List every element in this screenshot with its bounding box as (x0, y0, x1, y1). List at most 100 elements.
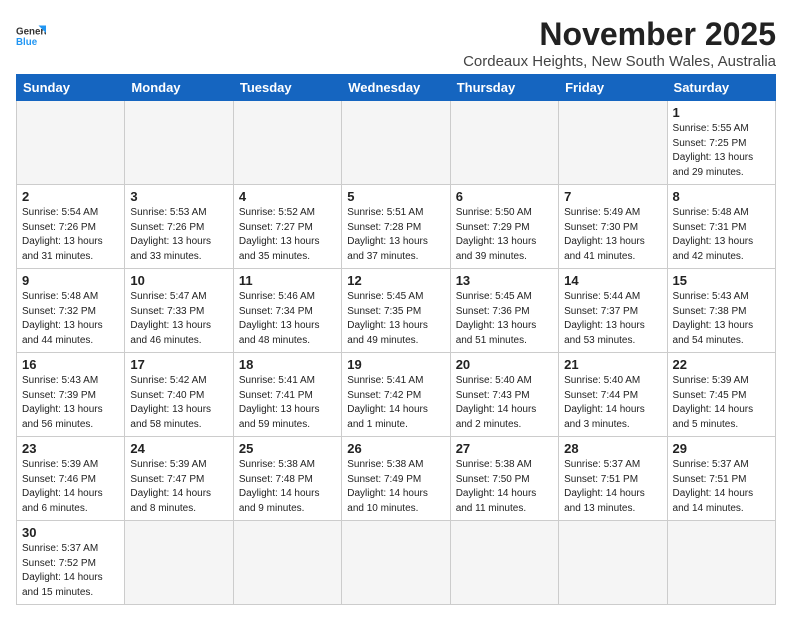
calendar-cell (450, 521, 558, 605)
week-row-1: 1 Sunrise: 5:55 AM Sunset: 7:25 PM Daylig… (17, 101, 776, 185)
day-info: Sunrise: 5:43 AM Sunset: 7:39 PM Dayligh… (22, 374, 119, 432)
weekday-header-friday: Friday (559, 75, 667, 101)
day-number: 9 (22, 273, 119, 288)
weekday-header-sunday: Sunday (17, 75, 125, 101)
location-title: Cordeaux Heights, New South Wales, Austr… (463, 53, 776, 70)
day-number: 8 (673, 189, 770, 204)
calendar-cell: 22Sunrise: 5:39 AM Sunset: 7:45 PM Dayli… (667, 353, 775, 437)
day-info: Sunrise: 5:54 AM Sunset: 7:26 PM Dayligh… (22, 206, 119, 264)
day-number: 29 (673, 441, 770, 456)
day-number: 15 (673, 273, 770, 288)
day-number: 6 (456, 189, 553, 204)
day-info: Sunrise: 5:41 AM Sunset: 7:41 PM Dayligh… (239, 374, 336, 432)
day-number: 7 (564, 189, 661, 204)
calendar-cell (342, 521, 450, 605)
day-info: Sunrise: 5:40 AM Sunset: 7:44 PM Dayligh… (564, 374, 661, 432)
weekday-header-saturday: Saturday (667, 75, 775, 101)
weekday-header-monday: Monday (125, 75, 233, 101)
day-number: 20 (456, 357, 553, 372)
day-info: Sunrise: 5:53 AM Sunset: 7:26 PM Dayligh… (130, 206, 227, 264)
day-number: 17 (130, 357, 227, 372)
day-info: Sunrise: 5:46 AM Sunset: 7:34 PM Dayligh… (239, 290, 336, 348)
day-number: 1 (673, 105, 770, 120)
calendar-cell: 11Sunrise: 5:46 AM Sunset: 7:34 PM Dayli… (233, 269, 341, 353)
weekday-header-wednesday: Wednesday (342, 75, 450, 101)
day-number: 2 (22, 189, 119, 204)
day-info: Sunrise: 5:48 AM Sunset: 7:31 PM Dayligh… (673, 206, 770, 264)
calendar-cell: 15 Sunrise: 5:43 AM Sunset: 7:38 PM Dayli… (667, 269, 775, 353)
header: General Blue November 2025 Cordeaux Heig… (16, 16, 776, 70)
day-info: Sunrise: 5:39 AM Sunset: 7:46 PM Dayligh… (22, 458, 119, 516)
day-info: Sunrise: 5:39 AM Sunset: 7:47 PM Dayligh… (130, 458, 227, 516)
calendar-cell: 23Sunrise: 5:39 AM Sunset: 7:46 PM Dayli… (17, 437, 125, 521)
week-row-5: 23Sunrise: 5:39 AM Sunset: 7:46 PM Dayli… (17, 437, 776, 521)
day-info: Sunrise: 5:55 AM Sunset: 7:25 PM Dayligh… (673, 122, 770, 180)
calendar-cell: 9 Sunrise: 5:48 AM Sunset: 7:32 PM Daylig… (17, 269, 125, 353)
weekday-header-tuesday: Tuesday (233, 75, 341, 101)
weekday-header-row: SundayMondayTuesdayWednesdayThursdayFrid… (17, 75, 776, 101)
logo: General Blue (16, 24, 46, 48)
calendar-cell (667, 521, 775, 605)
day-number: 12 (347, 273, 444, 288)
day-number: 24 (130, 441, 227, 456)
week-row-3: 9 Sunrise: 5:48 AM Sunset: 7:32 PM Daylig… (17, 269, 776, 353)
logo-icon: General Blue (16, 24, 46, 48)
day-info: Sunrise: 5:50 AM Sunset: 7:29 PM Dayligh… (456, 206, 553, 264)
calendar-cell: 5 Sunrise: 5:51 AM Sunset: 7:28 PM Daylig… (342, 185, 450, 269)
day-number: 3 (130, 189, 227, 204)
day-number: 10 (130, 273, 227, 288)
calendar-cell: 24 Sunrise: 5:39 AM Sunset: 7:47 PM Dayli… (125, 437, 233, 521)
day-info: Sunrise: 5:37 AM Sunset: 7:52 PM Dayligh… (22, 542, 119, 600)
calendar-cell (233, 521, 341, 605)
day-number: 27 (456, 441, 553, 456)
day-number: 14 (564, 273, 661, 288)
day-info: Sunrise: 5:37 AM Sunset: 7:51 PM Dayligh… (564, 458, 661, 516)
day-number: 19 (347, 357, 444, 372)
calendar-cell: 28 Sunrise: 5:37 AM Sunset: 7:51 PM Dayli… (559, 437, 667, 521)
calendar-cell (233, 101, 341, 185)
calendar-cell: 29 Sunrise: 5:37 AM Sunset: 7:51 PM Dayli… (667, 437, 775, 521)
day-number: 13 (456, 273, 553, 288)
day-number: 16 (22, 357, 119, 372)
day-info: Sunrise: 5:38 AM Sunset: 7:48 PM Dayligh… (239, 458, 336, 516)
calendar-cell: 3 Sunrise: 5:53 AM Sunset: 7:26 PM Daylig… (125, 185, 233, 269)
calendar-cell: 25 Sunrise: 5:38 AM Sunset: 7:48 PM Dayli… (233, 437, 341, 521)
calendar-cell: 19 Sunrise: 5:41 AM Sunset: 7:42 PM Dayli… (342, 353, 450, 437)
day-number: 28 (564, 441, 661, 456)
day-number: 30 (22, 525, 119, 540)
day-number: 25 (239, 441, 336, 456)
day-number: 18 (239, 357, 336, 372)
calendar-cell (559, 521, 667, 605)
calendar-cell: 7 Sunrise: 5:49 AM Sunset: 7:30 PM Daylig… (559, 185, 667, 269)
calendar-cell: 16 Sunrise: 5:43 AM Sunset: 7:39 PM Dayli… (17, 353, 125, 437)
calendar-cell (559, 101, 667, 185)
weekday-header-thursday: Thursday (450, 75, 558, 101)
day-info: Sunrise: 5:45 AM Sunset: 7:36 PM Dayligh… (456, 290, 553, 348)
title-area: November 2025 Cordeaux Heights, New Sout… (463, 16, 776, 70)
calendar-cell: 2 Sunrise: 5:54 AM Sunset: 7:26 PM Daylig… (17, 185, 125, 269)
day-info: Sunrise: 5:41 AM Sunset: 7:42 PM Dayligh… (347, 374, 444, 432)
calendar-cell: 8 Sunrise: 5:48 AM Sunset: 7:31 PM Daylig… (667, 185, 775, 269)
calendar-cell: 14 Sunrise: 5:44 AM Sunset: 7:37 PM Dayli… (559, 269, 667, 353)
day-info: Sunrise: 5:48 AM Sunset: 7:32 PM Dayligh… (22, 290, 119, 348)
day-info: Sunrise: 5:38 AM Sunset: 7:50 PM Dayligh… (456, 458, 553, 516)
day-number: 22 (673, 357, 770, 372)
day-info: Sunrise: 5:49 AM Sunset: 7:30 PM Dayligh… (564, 206, 661, 264)
day-info: Sunrise: 5:45 AM Sunset: 7:35 PM Dayligh… (347, 290, 444, 348)
calendar-cell: 18 Sunrise: 5:41 AM Sunset: 7:41 PM Dayli… (233, 353, 341, 437)
calendar-cell: 6 Sunrise: 5:50 AM Sunset: 7:29 PM Daylig… (450, 185, 558, 269)
day-info: Sunrise: 5:44 AM Sunset: 7:37 PM Dayligh… (564, 290, 661, 348)
week-row-6: 30 Sunrise: 5:37 AM Sunset: 7:52 PM Dayli… (17, 521, 776, 605)
calendar-cell: 10Sunrise: 5:47 AM Sunset: 7:33 PM Dayli… (125, 269, 233, 353)
day-number: 5 (347, 189, 444, 204)
day-info: Sunrise: 5:42 AM Sunset: 7:40 PM Dayligh… (130, 374, 227, 432)
calendar-cell (342, 101, 450, 185)
calendar: SundayMondayTuesdayWednesdayThursdayFrid… (16, 74, 776, 605)
day-info: Sunrise: 5:37 AM Sunset: 7:51 PM Dayligh… (673, 458, 770, 516)
calendar-cell (17, 101, 125, 185)
day-number: 26 (347, 441, 444, 456)
day-info: Sunrise: 5:51 AM Sunset: 7:28 PM Dayligh… (347, 206, 444, 264)
calendar-cell (125, 101, 233, 185)
calendar-cell: 20Sunrise: 5:40 AM Sunset: 7:43 PM Dayli… (450, 353, 558, 437)
day-info: Sunrise: 5:43 AM Sunset: 7:38 PM Dayligh… (673, 290, 770, 348)
